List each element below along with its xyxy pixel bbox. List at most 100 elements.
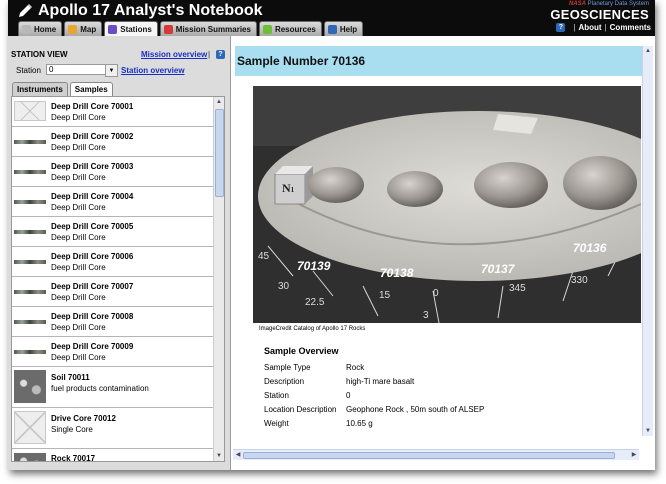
link-separator: | [208, 50, 211, 59]
tab-samples[interactable]: Samples [69, 82, 113, 96]
image-credit: ImageCredit Catalog of Apollo 17 Rocks [259, 326, 366, 332]
header-links: ? | About | Comments [556, 23, 651, 32]
detail-horizontal-scrollbar[interactable]: ◀ ▶ [233, 449, 639, 460]
list-item[interactable]: Deep Drill Core 70001 Deep Drill Core [12, 97, 224, 127]
scroll-up-icon[interactable]: ▲ [643, 46, 653, 56]
app-title-text: Apollo 17 Analyst's Notebook [38, 2, 263, 19]
overview-value: 0 [346, 391, 351, 400]
photo-cube-subscript: 1 [290, 186, 295, 194]
map-icon [68, 24, 78, 34]
list-item[interactable]: Drive Core 70012 Single Core [12, 408, 224, 449]
list-item-title: Rock 70017 [51, 454, 96, 462]
sample-thumbnail [14, 140, 46, 144]
list-item[interactable]: Deep Drill Core 70005 Deep Drill Core [12, 217, 224, 247]
station-select[interactable]: 0 ▼ [46, 64, 118, 77]
help-icon [327, 24, 337, 34]
station-view-panel: STATION VIEW Mission overview | ? Statio… [8, 36, 231, 470]
sample-detail-panel: Sample Number 70136 N1 70139 70138 70137… [231, 36, 655, 470]
scrollbar-thumb[interactable] [215, 109, 224, 197]
list-item-subtitle: Single Core [51, 425, 93, 434]
station-select-value: 0 [49, 65, 54, 74]
list-scrollbar[interactable]: ▲ ▼ [213, 97, 224, 461]
list-item[interactable]: Deep Drill Core 70004 Deep Drill Core [12, 187, 224, 217]
sample-thumbnail [14, 411, 46, 444]
comments-link[interactable]: Comments [610, 23, 651, 32]
tab-home-label: Home [34, 24, 57, 34]
list-item-subtitle: Deep Drill Core [51, 113, 106, 122]
mission-overview-link[interactable]: Mission overview [141, 50, 207, 59]
photo-label: 70136 [573, 241, 607, 255]
scroll-right-icon[interactable]: ▶ [629, 450, 639, 460]
list-item[interactable]: Soil 70011 fuel products contamination [12, 367, 224, 408]
overview-value: 10.65 g [346, 419, 373, 428]
list-item-title: Deep Drill Core 70001 [51, 102, 134, 111]
list-item[interactable]: Deep Drill Core 70009 Deep Drill Core [12, 337, 224, 367]
overview-key: Station [264, 391, 289, 400]
tab-map[interactable]: Map [64, 21, 103, 36]
pencil-icon [19, 4, 32, 17]
scroll-down-icon[interactable]: ▼ [643, 426, 653, 436]
list-item[interactable]: Deep Drill Core 70006 Deep Drill Core [12, 247, 224, 277]
list-item[interactable]: Deep Drill Core 70003 Deep Drill Core [12, 157, 224, 187]
tab-resources-label: Resources [274, 24, 316, 34]
tab-stations-label: Stations [120, 25, 152, 34]
tab-home[interactable]: Home [18, 21, 63, 36]
photo-cube-letter: N [282, 181, 291, 195]
list-item[interactable]: Rock 70017 [12, 449, 224, 462]
photo-scale-number: 15 [379, 290, 391, 301]
sample-photo: N1 70139 70138 70137 70136 45 30 22.5 15… [253, 86, 641, 323]
list-item-title: Deep Drill Core 70004 [51, 192, 134, 201]
tab-mission-summaries-label: Mission Summaries [175, 24, 251, 34]
overview-key: Sample Type [264, 363, 311, 372]
list-item[interactable]: Deep Drill Core 70008 Deep Drill Core [12, 307, 224, 337]
about-link[interactable]: About [578, 23, 601, 32]
photo-label: 70139 [297, 259, 331, 273]
link-separator: | [604, 23, 607, 32]
overview-value: high-Ti mare basalt [346, 377, 415, 386]
list-item[interactable]: Deep Drill Core 70007 Deep Drill Core [12, 277, 224, 307]
mission-summaries-icon [163, 24, 173, 34]
list-item-title: Deep Drill Core 70009 [51, 342, 134, 351]
tab-resources[interactable]: Resources [258, 21, 322, 36]
sample-thumbnail [14, 230, 46, 234]
sample-thumbnail [14, 260, 46, 264]
sample-thumbnail [14, 200, 46, 204]
tab-help-label: Help [339, 24, 358, 34]
detail-vertical-scrollbar[interactable]: ▲ ▼ [642, 46, 653, 436]
tab-mission-summaries[interactable]: Mission Summaries [159, 21, 257, 36]
tab-map-label: Map [80, 24, 97, 34]
list-item-subtitle: Deep Drill Core [51, 293, 106, 302]
list-item-title: Soil 70011 [51, 373, 90, 382]
home-icon [22, 24, 31, 34]
list-item[interactable]: Deep Drill Core 70002 Deep Drill Core [12, 127, 224, 157]
app-title: Apollo 17 Analyst's Notebook [16, 1, 263, 21]
list-item-title: Deep Drill Core 70008 [51, 312, 134, 321]
tab-instruments[interactable]: Instruments [12, 82, 68, 96]
sample-thumbnail [14, 453, 46, 461]
header-help-icon[interactable]: ? [556, 23, 566, 32]
chevron-down-icon[interactable]: ▼ [105, 64, 118, 77]
station-label: Station [16, 66, 41, 75]
photo-scale-number: 30 [278, 281, 290, 292]
station-overview-link[interactable]: Station overview [121, 66, 185, 75]
link-separator: | [573, 23, 576, 32]
scroll-left-icon[interactable]: ◀ [233, 450, 243, 460]
list-item-title: Deep Drill Core 70003 [51, 162, 134, 171]
scroll-up-icon[interactable]: ▲ [214, 97, 224, 107]
station-view-title: STATION VIEW [11, 50, 68, 59]
photo-label: 70137 [481, 262, 515, 276]
list-item-subtitle: Deep Drill Core [51, 323, 106, 332]
scroll-down-icon[interactable]: ▼ [214, 451, 224, 461]
overview-value: Rock [346, 363, 365, 372]
list-item-subtitle: Deep Drill Core [51, 263, 106, 272]
sample-thumbnail [14, 370, 46, 403]
resources-icon [262, 24, 272, 34]
sample-thumbnail [14, 290, 46, 294]
tab-help[interactable]: Help [323, 21, 364, 36]
tab-stations[interactable]: Stations [104, 21, 158, 37]
scrollbar-thumb[interactable] [243, 452, 615, 459]
list-item-subtitle: Deep Drill Core [51, 143, 106, 152]
photo-scale-number: 330 [571, 275, 588, 286]
station-help-icon[interactable]: ? [216, 50, 225, 59]
geosciences-logo: GEOSCIENCES [550, 7, 649, 22]
